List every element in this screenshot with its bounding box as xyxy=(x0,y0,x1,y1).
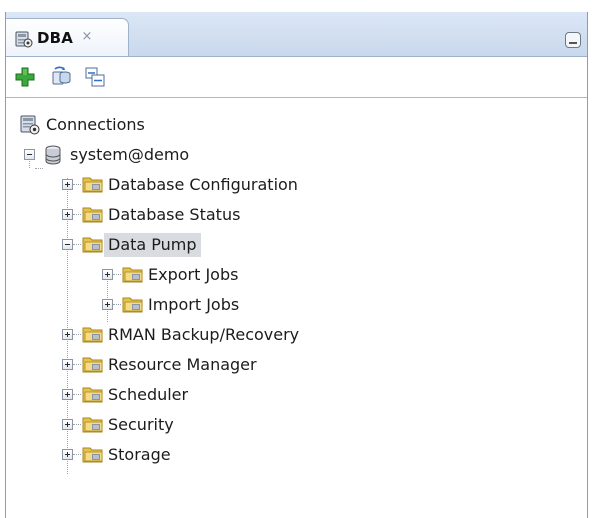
tab-dba[interactable]: DBA × xyxy=(6,18,129,56)
dba-icon xyxy=(15,30,33,48)
expand-toggle[interactable] xyxy=(102,269,113,280)
folder-icon xyxy=(82,325,104,343)
expand-toggle[interactable] xyxy=(62,449,73,460)
tree-item-label: Export Jobs xyxy=(148,265,239,284)
expand-toggle[interactable] xyxy=(62,179,73,190)
tree-connector xyxy=(73,244,81,245)
tree-node-label: system@demo xyxy=(70,145,190,164)
tree-node-label: Connections xyxy=(46,115,145,134)
tab-label: DBA xyxy=(37,29,74,47)
expand-toggle[interactable] xyxy=(102,299,113,310)
tree-connector xyxy=(73,334,81,335)
tree-item-label: Import Jobs xyxy=(148,295,240,314)
tree-connector xyxy=(113,304,121,305)
folder-icon xyxy=(82,445,104,463)
connections-tree: Connections system@demo Database Configu… xyxy=(6,98,587,518)
tree-connector xyxy=(113,274,121,275)
tree-connector xyxy=(73,424,81,425)
tab-bar: DBA × xyxy=(6,12,587,57)
expand-toggle[interactable] xyxy=(62,359,73,370)
expand-toggle[interactable] xyxy=(62,209,73,220)
tree-item-label: Scheduler xyxy=(108,385,189,404)
tree-connector xyxy=(35,168,43,169)
tree-connector xyxy=(73,214,81,215)
refresh-icon[interactable] xyxy=(51,66,73,88)
expand-toggle[interactable] xyxy=(62,329,73,340)
folder-icon xyxy=(82,415,104,433)
collapse-toggle[interactable] xyxy=(62,239,73,250)
folder-icon xyxy=(122,265,144,283)
tree-item-label: Security xyxy=(108,415,174,434)
database-icon xyxy=(44,145,62,165)
tree-item-label: Resource Manager xyxy=(108,355,257,374)
collapse-all-icon[interactable] xyxy=(84,66,106,88)
add-connection-icon[interactable] xyxy=(14,66,36,88)
folder-icon xyxy=(82,355,104,373)
collapse-toggle[interactable] xyxy=(24,149,35,160)
tree-connector xyxy=(73,364,81,365)
toolbar xyxy=(6,57,587,98)
tree-item-label: RMAN Backup/Recovery xyxy=(108,325,300,344)
minimize-button[interactable] xyxy=(565,32,581,48)
folder-icon xyxy=(82,175,104,193)
expand-toggle[interactable] xyxy=(62,419,73,430)
expand-toggle[interactable] xyxy=(62,389,73,400)
tree-connector xyxy=(73,394,81,395)
folder-icon xyxy=(82,235,104,253)
tree-item-label: Database Configuration xyxy=(108,175,298,194)
folder-icon xyxy=(82,205,104,223)
tab-close-icon[interactable]: × xyxy=(79,29,95,45)
tree-item-label: Data Pump xyxy=(104,233,201,257)
tree-connector xyxy=(73,184,81,185)
tree-item-label: Storage xyxy=(108,445,171,464)
folder-icon xyxy=(82,385,104,403)
tree-connector xyxy=(73,454,81,455)
dba-panel: DBA × Connections system@demo Database C… xyxy=(5,12,588,518)
tree-item-label: Database Status xyxy=(108,205,241,224)
folder-icon xyxy=(122,295,144,313)
connections-icon xyxy=(20,115,40,135)
